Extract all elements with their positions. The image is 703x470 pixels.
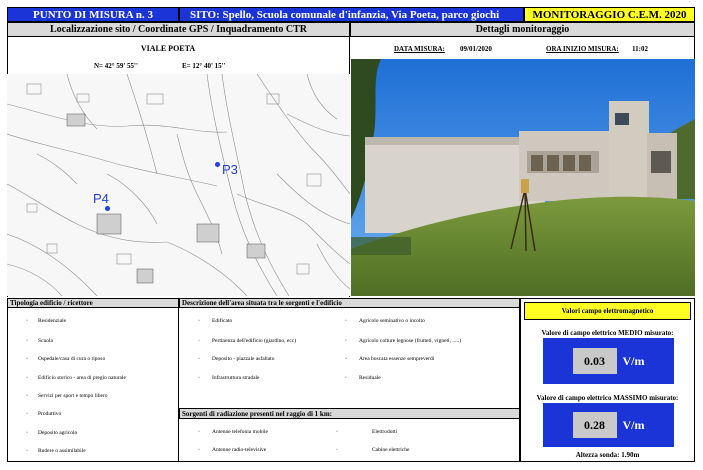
building-option-productive[interactable]: ▫ Produttivo [26, 411, 61, 417]
building-type-header: Tipologia edificio / ricettore [7, 298, 179, 308]
max-label: Valore di campo elettrico MASSIMO misura… [536, 394, 679, 402]
site-header: SITO: Spello, Scuola comunale d'infanzia… [179, 7, 524, 22]
field-header: Valori campo elettromagnetico [524, 302, 691, 320]
checkbox-icon: ▫ [198, 338, 200, 344]
date-value: 09/01/2020 [460, 45, 492, 53]
coord-north: N= 42° 59' 55'' [94, 62, 138, 70]
photo-svg [351, 59, 695, 296]
area-option-residual[interactable]: ▫ Residuale [345, 375, 381, 381]
max-unit: V/m [622, 417, 645, 432]
checkbox-icon: ▫ [198, 375, 200, 381]
marker-p3-dot [215, 162, 220, 167]
area-option-built[interactable]: ▫ Edificato [198, 318, 232, 324]
map-svg [7, 74, 350, 296]
marker-p4-label: P4 [93, 191, 109, 206]
building-option-sport[interactable]: ▫ Servizi per sport e tempo libero [26, 393, 108, 399]
checkbox-icon: ▫ [336, 429, 338, 435]
checkbox-icon: ▫ [198, 429, 200, 435]
building-option-residential[interactable]: ▫ Residenziale [26, 318, 66, 324]
checkbox-icon: ▫ [198, 318, 200, 324]
field-title: Valori campo elettromagnetico [561, 307, 654, 315]
building-option-school[interactable]: ▫ Scuola [26, 338, 53, 344]
marker-p4-dot [105, 206, 110, 211]
source-option-power-lines[interactable]: ▫ Elettrodotti [336, 429, 397, 435]
campaign-title: MONITORAGGIO C.E.M. 2020 [532, 8, 687, 21]
marker-p3-label: P3 [222, 162, 238, 177]
max-value: 0.28 [572, 412, 617, 438]
building-type-title: Tipologia edificio / ricettore [10, 299, 93, 307]
site-title: SITO: Spello, Scuola comunale d'infanzia… [190, 8, 500, 21]
site-photo [351, 59, 695, 296]
time-label: ORA INIZIO MISURA: [546, 45, 619, 53]
monitoring-header: Dettagli monitoraggio [350, 22, 695, 37]
area-option-garden[interactable]: ▫ Pertinenza dell'edificio (giardino, ecc… [198, 338, 296, 344]
street-name: VIALE POETA [140, 44, 196, 53]
area-option-evergreen[interactable]: ▫ Area boscata essenze sempreverdi [345, 356, 434, 362]
campaign-header: MONITORAGGIO C.E.M. 2020 [524, 7, 695, 22]
monitoring-info: DATA MISURA: 09/01/2020 ORA INIZIO MISUR… [350, 37, 695, 59]
building-option-agri-depot[interactable]: ▫ Deposito agricolo [26, 430, 77, 436]
checkbox-icon: ▫ [345, 356, 347, 362]
mean-meter: 0.03 V/m [543, 338, 674, 384]
monitoring-title: Dettagli monitoraggio [475, 24, 570, 35]
max-meter: 0.28 V/m [543, 403, 674, 447]
source-option-substations[interactable]: ▫ Cabine elettriche [336, 447, 409, 453]
area-description-header: Descrizione dell'area situata tra le sor… [179, 298, 520, 308]
point-title: PUNTO DI MISURA n. 3 [33, 8, 153, 21]
area-option-woody-crops[interactable]: ▫ Agricolo colture legnose (frutteti, vig… [345, 338, 461, 344]
date-label: DATA MISURA: [394, 45, 445, 53]
ctr-map: P3 P4 [7, 74, 350, 296]
checkbox-icon: ▫ [26, 430, 28, 436]
sources-title: Sorgenti di radiazione presenti nel ragg… [182, 409, 332, 418]
checkbox-icon: ▫ [198, 447, 200, 453]
building-type-panel [7, 308, 179, 462]
checkbox-icon: ▫ [26, 375, 28, 381]
checkbox-icon: ▫ [26, 356, 28, 362]
source-option-mobile[interactable]: ▫ Antenne telefonia mobile [198, 429, 268, 435]
mean-unit: V/m [622, 353, 645, 368]
mean-value: 0.03 [572, 348, 617, 374]
checkbox-icon: ▫ [198, 356, 200, 362]
location-title: Localizzazione sito / Coordinate GPS / I… [50, 24, 307, 35]
area-option-depot[interactable]: ▫ Deposito - piazzale asfaltato [198, 356, 274, 362]
checkbox-icon: ▫ [26, 411, 28, 417]
area-description-title: Descrizione dell'area situata tra le sor… [182, 299, 342, 307]
sources-header: Sorgenti di radiazione presenti nel ragg… [179, 408, 520, 419]
probe-height: Altezza sonda: 1.90m [575, 451, 640, 459]
checkbox-icon: ▫ [26, 338, 28, 344]
checkbox-icon: ▫ [345, 318, 347, 324]
location-header: Localizzazione sito / Coordinate GPS / I… [7, 22, 350, 37]
checkbox-icon: ▫ [336, 447, 338, 453]
sources-panel [179, 419, 520, 462]
point-header: PUNTO DI MISURA n. 3 [7, 7, 179, 22]
area-option-arable[interactable]: ▫ Agricolo seminativo o incolto [345, 318, 425, 324]
checkbox-icon: ▫ [345, 375, 347, 381]
mean-label: Valore di campo elettrico MEDIO misurato… [541, 329, 674, 337]
coord-east: E= 12° 40' 15'' [182, 62, 226, 70]
checkbox-icon: ▫ [26, 393, 28, 399]
checkbox-icon: ▫ [26, 448, 28, 454]
checkbox-icon: ▫ [345, 338, 347, 344]
time-value: 11:02 [632, 45, 648, 53]
building-option-historic[interactable]: ▫ Edificio storico - area di pregio natur… [26, 375, 126, 381]
checkbox-icon: ▫ [26, 318, 28, 324]
area-option-road[interactable]: ▫ Infrastruttura stradale [198, 375, 260, 381]
building-option-ruin[interactable]: ▫ Rudere o assimilabile [26, 448, 86, 454]
source-option-radio-tv[interactable]: ▫ Antenne radio-televisive [198, 447, 266, 453]
building-option-hospital[interactable]: ▫ Ospedale/casa di cura o riposo [26, 356, 105, 362]
